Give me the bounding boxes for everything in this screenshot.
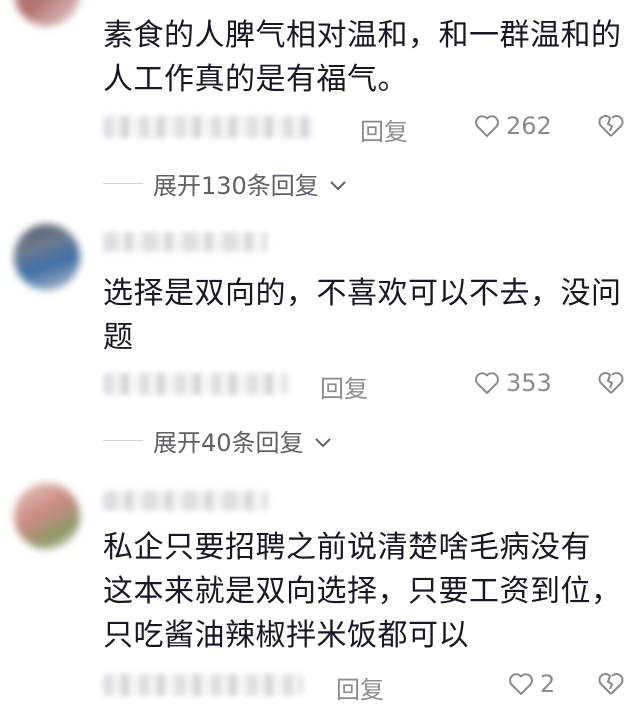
like-count: 262	[506, 112, 552, 140]
comment-text: 素食的人脾气相对温和，和一群温和的 人工作真的是有福气。	[103, 14, 633, 102]
blurred-meta	[103, 674, 303, 696]
dislike-button[interactable]	[597, 113, 625, 139]
comment-text: 选择是双向的，不喜欢可以不去，没问 题	[103, 272, 633, 360]
expand-replies-label: 展开40条回复	[153, 429, 304, 457]
expand-replies[interactable]: 展开130条回复	[103, 166, 347, 201]
heart-outline-icon	[474, 371, 500, 395]
expand-replies-label: 展开130条回复	[153, 172, 319, 200]
dislike-button[interactable]	[597, 370, 625, 396]
comment-line: 私企只要招聘之前说清楚啥毛病没有	[103, 530, 591, 565]
reply-button[interactable]: 回复	[336, 670, 384, 705]
divider	[103, 183, 143, 184]
expand-replies[interactable]: 展开40条回复	[103, 423, 332, 458]
blurred-meta	[103, 373, 288, 395]
avatar[interactable]	[14, 0, 80, 26]
heart-outline-icon	[474, 114, 500, 138]
chevron-down-icon	[329, 170, 347, 198]
comment-line: 只吃酱油辣椒拌米饭都可以	[103, 618, 469, 653]
like-button[interactable]: 262	[474, 112, 552, 140]
avatar[interactable]	[14, 224, 80, 290]
reply-button[interactable]: 回复	[360, 112, 408, 147]
broken-heart-icon	[597, 113, 625, 139]
like-button[interactable]: 353	[474, 369, 552, 397]
username[interactable]	[103, 232, 268, 252]
avatar[interactable]	[14, 483, 80, 549]
broken-heart-icon	[597, 370, 625, 396]
like-count: 2	[540, 670, 556, 698]
blurred-meta	[103, 116, 313, 138]
comment-line: 题	[103, 320, 134, 355]
like-count: 353	[506, 369, 552, 397]
comment-text: 私企只要招聘之前说清楚啥毛病没有 这本来就是双向选择，只要工资到位， 只吃酱油辣…	[103, 526, 633, 658]
divider	[103, 440, 143, 441]
comment-line: 选择是双向的，不喜欢可以不去，没问	[103, 276, 622, 311]
like-button[interactable]: 2	[508, 670, 555, 698]
chevron-down-icon	[314, 427, 332, 455]
heart-outline-icon	[508, 672, 534, 696]
comment-line: 这本来就是双向选择，只要工资到位，	[103, 574, 622, 609]
username[interactable]	[103, 491, 268, 511]
comment-line: 素食的人脾气相对温和，和一群温和的	[103, 18, 622, 53]
comment-line: 人工作真的是有福气。	[103, 62, 408, 97]
dislike-button[interactable]	[597, 671, 625, 697]
broken-heart-icon	[597, 671, 625, 697]
reply-button[interactable]: 回复	[320, 369, 368, 404]
